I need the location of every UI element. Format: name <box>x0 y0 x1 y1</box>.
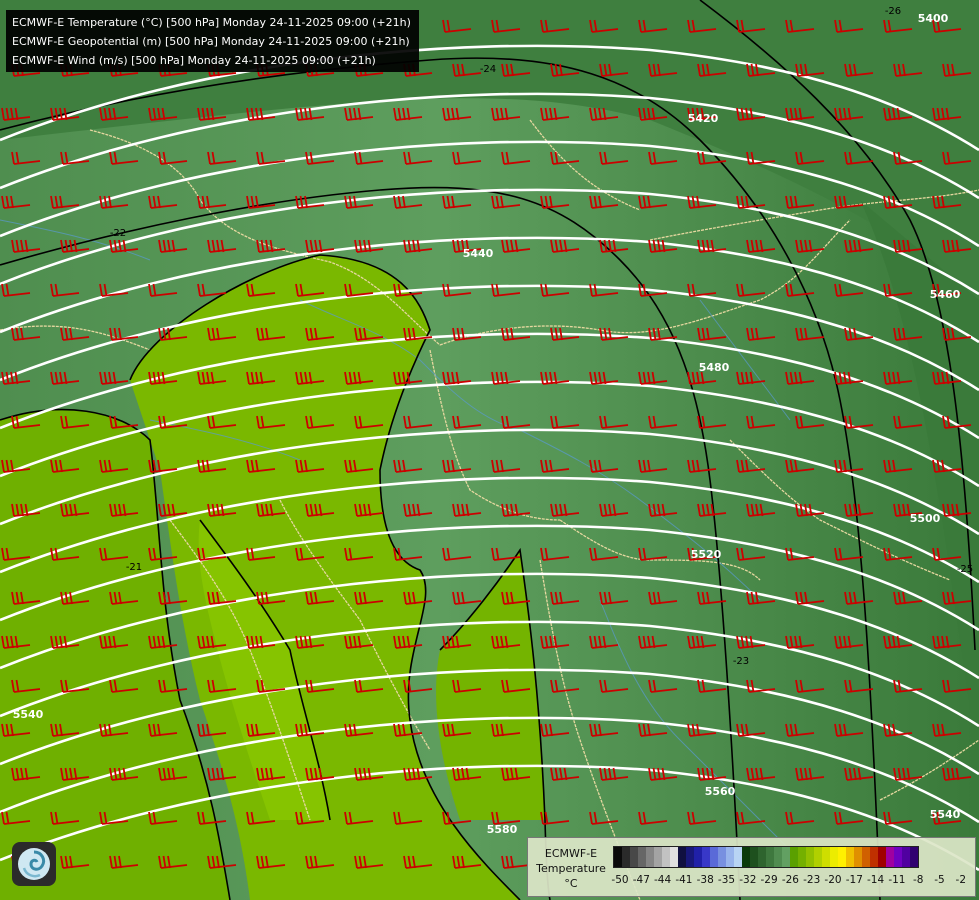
legend-swatch <box>798 847 806 867</box>
legend-tick: -29 <box>760 874 778 886</box>
legend-swatch <box>846 847 854 867</box>
map-header: ECMWF-E Temperature (°C) [500 hPa] Monda… <box>6 10 419 72</box>
legend-tick: -38 <box>696 874 714 886</box>
legend-title: ECMWF-E Temperature °C <box>532 846 610 891</box>
legend-swatch <box>646 847 654 867</box>
legend-swatch <box>614 847 622 867</box>
legend-tick: -11 <box>888 874 906 886</box>
legend-swatch <box>654 847 662 867</box>
legend-tick: -35 <box>717 874 736 886</box>
legend-title-model: ECMWF-E <box>544 847 598 860</box>
header-geopotential-line: ECMWF-E Geopotential (m) [500 hPa] Monda… <box>12 35 410 48</box>
legend-tick: -32 <box>739 874 757 886</box>
legend-swatch <box>878 847 886 867</box>
temperature-label: -21 <box>126 562 142 573</box>
geopotential-label: 5440 <box>463 247 494 260</box>
temperature-label: -25 <box>957 564 973 575</box>
geopotential-label: 5580 <box>487 823 518 836</box>
legend-swatch <box>910 847 918 867</box>
legend-swatch <box>734 847 742 867</box>
header-wind-line: ECMWF-E Wind (m/s) [500 hPa] Monday 24-1… <box>12 54 376 67</box>
legend-swatch <box>702 847 710 867</box>
legend-tick: -47 <box>632 874 650 886</box>
legend-swatch <box>822 847 830 867</box>
legend-tick: -14 <box>867 874 885 886</box>
legend-swatch <box>622 847 630 867</box>
temperature-label: -24 <box>480 64 496 75</box>
map-canvas: 5400 5420 5440 5460 5480 5500 5520 5540 5560 5540… <box>0 0 979 900</box>
legend-swatch <box>782 847 790 867</box>
temperature-label: -23 <box>733 656 749 667</box>
legend-swatch <box>742 847 750 867</box>
geopotential-label: 5420 <box>688 112 719 125</box>
legend-swatch <box>726 847 734 867</box>
legend-swatch <box>814 847 822 867</box>
legend-swatch <box>830 847 838 867</box>
legend-swatch <box>750 847 758 867</box>
temperature-label: -26 <box>885 6 901 17</box>
legend-swatch <box>806 847 814 867</box>
geopotential-label: 5540 <box>13 708 44 721</box>
legend-swatch <box>854 847 862 867</box>
geopotential-label: 5500 <box>910 512 941 525</box>
legend-tick: -8 <box>912 874 924 886</box>
legend-swatch <box>686 847 694 867</box>
legend-swatch <box>902 847 910 867</box>
legend-swatch <box>678 847 686 867</box>
legend-swatch <box>894 847 902 867</box>
legend-tick-labels: -50 -47 -44 -41 -38 -35 -32 -29 -26 -23 -20 -17 -14-… <box>608 874 973 888</box>
legend-tick: -5 <box>934 874 945 886</box>
legend-title-variable: Temperature <box>536 862 606 875</box>
temperature-label: -22 <box>110 228 126 239</box>
legend-tick: -26 <box>781 874 799 886</box>
legend-swatch <box>662 847 670 867</box>
geopotential-label: 5400 <box>918 12 949 25</box>
legend-tick: -2 <box>955 874 967 886</box>
legend-swatch <box>638 847 646 867</box>
weather-map: 5400 5420 5440 5460 5480 5500 5520 5540 5560 5540… <box>0 0 979 900</box>
legend-unit: °C <box>564 877 578 890</box>
legend-tick: -20 <box>824 874 842 886</box>
geopotential-label: 5460 <box>930 288 961 301</box>
legend-swatch <box>838 847 846 867</box>
legend-swatch <box>862 847 870 867</box>
legend-swatch <box>718 847 726 867</box>
legend-tick: -44 <box>654 874 672 886</box>
header-temperature-line: ECMWF-E Temperature (°C) [500 hPa] Monda… <box>12 16 411 29</box>
geopotential-label: 5540 <box>930 808 961 821</box>
legend-swatch <box>774 847 782 867</box>
legend-color-bar <box>613 846 919 868</box>
legend-swatch <box>710 847 718 867</box>
legend-swatch <box>758 847 766 867</box>
legend-swatch <box>670 847 678 867</box>
geopotential-label: 5520 <box>691 548 722 561</box>
temperature-legend: ECMWF-E Temperature °C -50 -47 -44 -41 -38 -3… <box>527 837 976 897</box>
legend-tick: -23 <box>803 874 821 886</box>
swirl-logo-icon <box>12 842 56 886</box>
legend-swatch <box>630 847 638 867</box>
legend-tick: -17 <box>845 874 863 886</box>
legend-swatch <box>766 847 774 867</box>
legend-swatch <box>870 847 878 867</box>
legend-tick: -50 <box>611 874 629 886</box>
legend-swatch <box>886 847 894 867</box>
geopotential-label: 5560 <box>705 785 736 798</box>
geopotential-label: 5480 <box>699 361 730 374</box>
legend-swatch <box>790 847 798 867</box>
legend-tick: -41 <box>675 874 693 886</box>
legend-swatch <box>694 847 702 867</box>
